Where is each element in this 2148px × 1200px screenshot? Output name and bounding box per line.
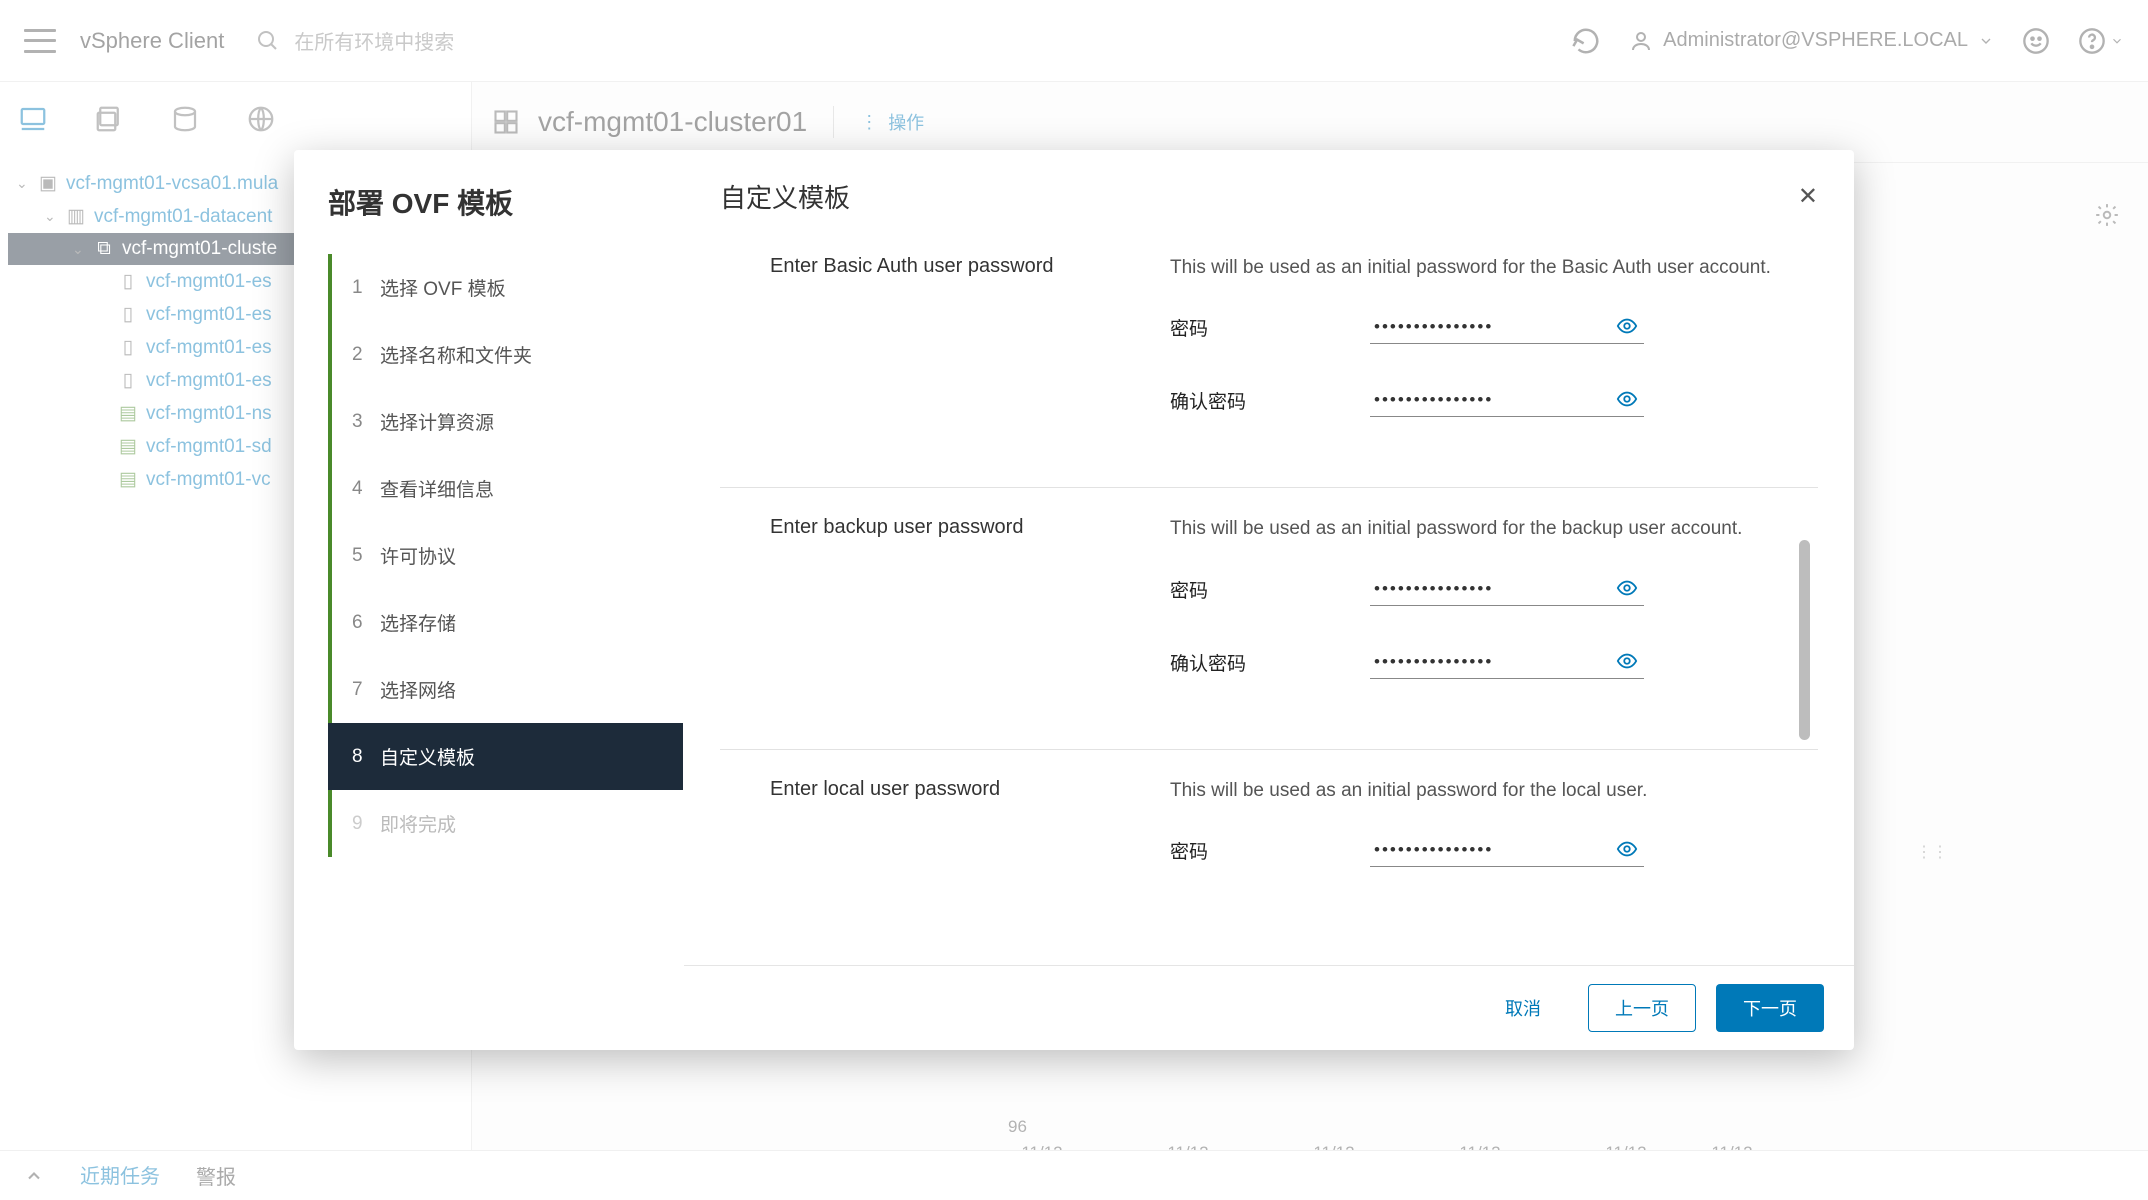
confirm-password-label: 确认密码 [1170, 649, 1370, 676]
wizard-step-title: 自定义模板 [720, 178, 850, 215]
close-icon[interactable]: ✕ [1798, 182, 1818, 211]
section-description: This will be used as an initial password… [1170, 776, 1790, 806]
backup-user-section: Enter backup user password This will be … [720, 487, 1818, 748]
wizard-step-7[interactable]: 7选择网络 [332, 656, 683, 723]
local-user-section: Enter local user password This will be u… [720, 749, 1818, 907]
wizard-step-3[interactable]: 3选择计算资源 [332, 388, 683, 455]
basic-password-input[interactable] [1370, 311, 1644, 344]
section-label: Enter Basic Auth user password [770, 253, 1170, 457]
local-password-input[interactable] [1370, 834, 1644, 867]
section-label: Enter local user password [770, 776, 1170, 877]
section-description: This will be used as an initial password… [1170, 514, 1790, 544]
wizard-title: 部署 OVF 模板 [328, 182, 683, 222]
wizard-step-1[interactable]: 1选择 OVF 模板 [332, 254, 683, 321]
wizard-footer: 取消 上一页 下一页 [684, 965, 1854, 1050]
form-scroll-area[interactable]: Enter Basic Auth user password This will… [684, 227, 1854, 965]
scrollbar-thumb[interactable] [1799, 540, 1810, 740]
section-description: This will be used as an initial password… [1170, 253, 1790, 283]
wizard-content-panel: 自定义模板 ✕ Enter Basic Auth user password T… [684, 150, 1854, 1050]
wizard-steps-panel: 部署 OVF 模板 1选择 OVF 模板 2选择名称和文件夹 3选择计算资源 4… [294, 150, 684, 1050]
backup-password-input[interactable] [1370, 573, 1644, 606]
password-label: 密码 [1170, 314, 1370, 341]
eye-icon[interactable] [1616, 577, 1638, 599]
wizard-step-8[interactable]: 8自定义模板 [328, 723, 683, 790]
back-button[interactable]: 上一页 [1588, 984, 1696, 1032]
deploy-ovf-wizard: 部署 OVF 模板 1选择 OVF 模板 2选择名称和文件夹 3选择计算资源 4… [294, 150, 1854, 1050]
modal-overlay: 部署 OVF 模板 1选择 OVF 模板 2选择名称和文件夹 3选择计算资源 4… [0, 0, 2148, 1200]
eye-icon[interactable] [1616, 838, 1638, 860]
confirm-password-label: 确认密码 [1170, 387, 1370, 414]
wizard-step-2[interactable]: 2选择名称和文件夹 [332, 321, 683, 388]
next-button[interactable]: 下一页 [1716, 984, 1824, 1032]
cancel-button[interactable]: 取消 [1478, 984, 1568, 1032]
wizard-step-9: 9即将完成 [332, 790, 683, 857]
backup-confirm-input[interactable] [1370, 646, 1644, 679]
password-label: 密码 [1170, 837, 1370, 864]
eye-icon[interactable] [1616, 650, 1638, 672]
eye-icon[interactable] [1616, 315, 1638, 337]
wizard-step-6[interactable]: 6选择存储 [332, 589, 683, 656]
section-label: Enter backup user password [770, 514, 1170, 718]
wizard-step-5[interactable]: 5许可协议 [332, 522, 683, 589]
basic-auth-section: Enter Basic Auth user password This will… [720, 227, 1818, 487]
basic-confirm-input[interactable] [1370, 384, 1644, 417]
wizard-step-4[interactable]: 4查看详细信息 [332, 455, 683, 522]
eye-icon[interactable] [1616, 388, 1638, 410]
password-label: 密码 [1170, 576, 1370, 603]
